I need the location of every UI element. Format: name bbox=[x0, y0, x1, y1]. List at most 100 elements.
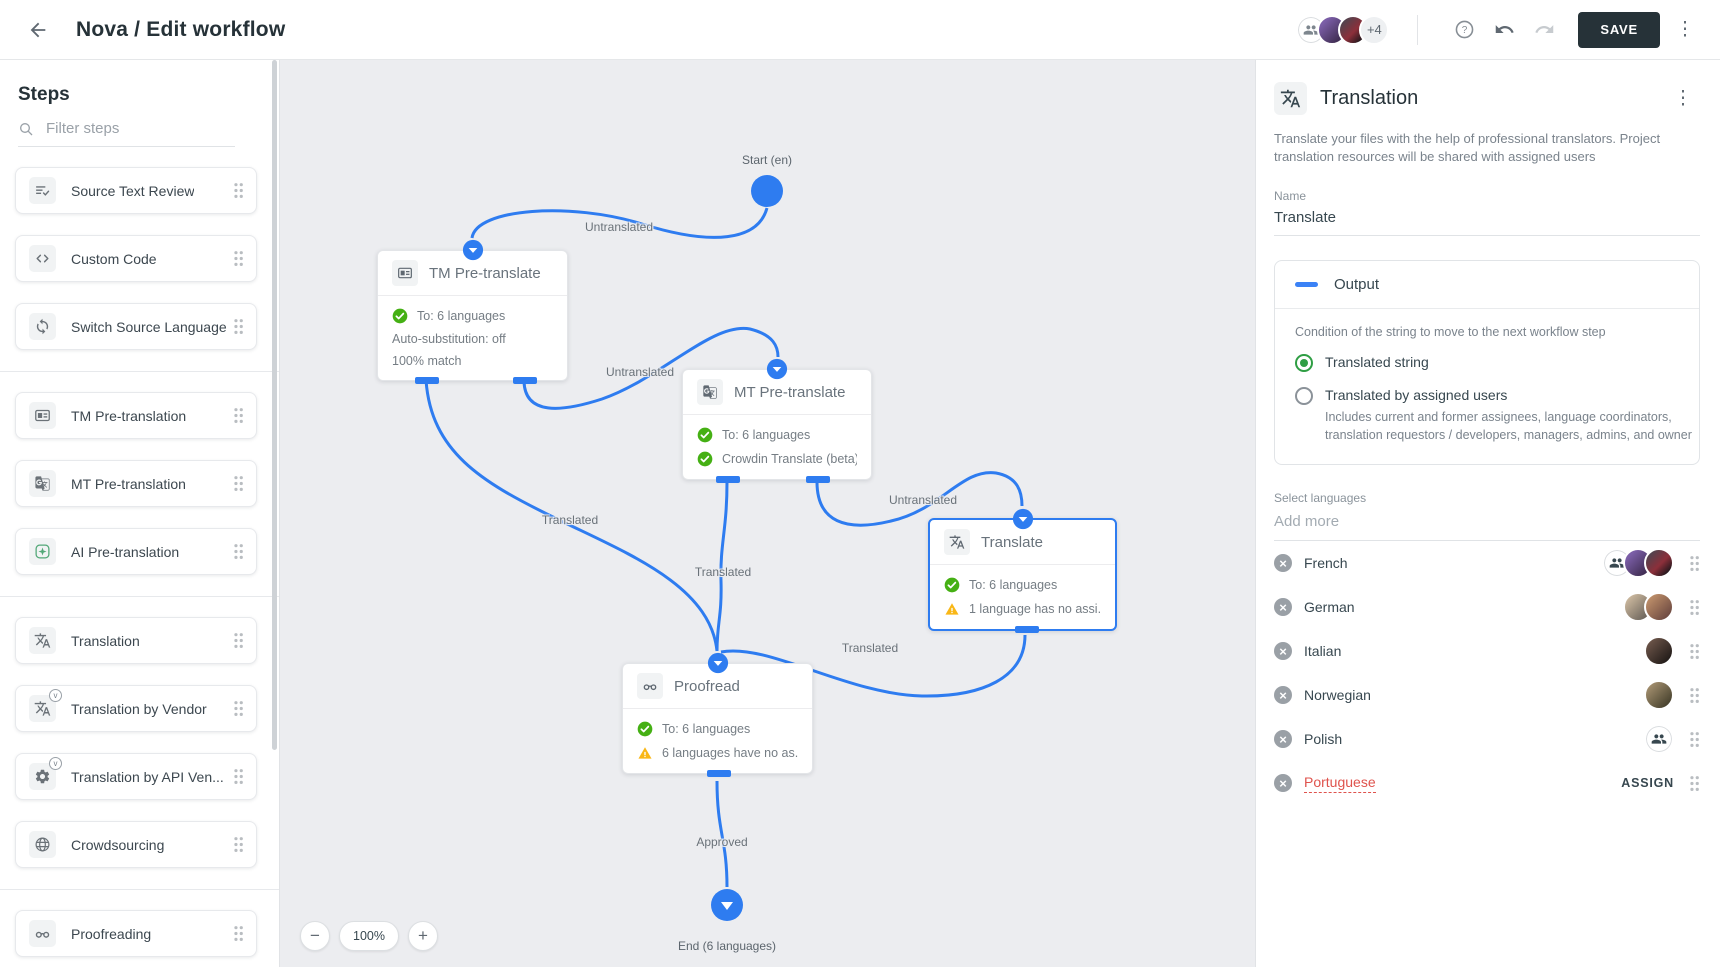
language-row-french: ×French bbox=[1274, 541, 1700, 585]
edge-proofread-to-end bbox=[717, 781, 727, 887]
step-item-label: Switch Source Language bbox=[71, 319, 227, 335]
panel-description: Translate your files with the help of pr… bbox=[1274, 130, 1704, 167]
step-settings-panel: Translation ⋮ Translate your files with … bbox=[1255, 60, 1720, 967]
panel-menu-button[interactable]: ⋮ bbox=[1666, 89, 1700, 108]
node-input-connector[interactable] bbox=[1012, 508, 1034, 530]
language-row-polish: ×Polish bbox=[1274, 717, 1700, 761]
drag-handle-icon[interactable] bbox=[233, 475, 244, 492]
step-item-custom-code[interactable]: Custom Code bbox=[15, 235, 257, 282]
more-collaborators-badge[interactable]: +4 bbox=[1359, 15, 1389, 45]
end-node[interactable] bbox=[711, 889, 743, 921]
workflow-canvas[interactable]: UntranslatedUntranslatedUntranslatedTran… bbox=[280, 60, 1255, 967]
ai-pretranslation-icon bbox=[29, 538, 56, 565]
edge-label: Untranslated bbox=[585, 220, 653, 234]
drag-handle-icon[interactable] bbox=[1689, 687, 1700, 704]
node-status-text: 100% match bbox=[392, 354, 461, 368]
assignee-avatar[interactable] bbox=[1644, 680, 1674, 710]
assign-button[interactable]: ASSIGN bbox=[1621, 776, 1674, 790]
check-icon bbox=[392, 308, 408, 324]
zoom-controls: − 100% + bbox=[300, 921, 438, 951]
remove-language-button[interactable]: × bbox=[1274, 730, 1292, 748]
radio-button[interactable] bbox=[1295, 387, 1313, 405]
drag-handle-icon[interactable] bbox=[233, 768, 244, 785]
workflow-node-proofread[interactable]: Proofread To: 6 languages6 languages hav… bbox=[622, 663, 813, 774]
step-item-tm-pre-translation[interactable]: TM Pre-translation bbox=[15, 392, 257, 439]
sidebar-group-divider bbox=[0, 371, 279, 372]
drag-handle-icon[interactable] bbox=[1689, 555, 1700, 572]
add-language-input[interactable] bbox=[1274, 505, 1700, 541]
drag-handle-icon[interactable] bbox=[233, 836, 244, 853]
remove-language-button[interactable]: × bbox=[1274, 642, 1292, 660]
node-status-text: To: 6 languages bbox=[722, 428, 810, 442]
output-option-selected[interactable]: Translated string bbox=[1295, 354, 1679, 372]
remove-language-button[interactable]: × bbox=[1274, 554, 1292, 572]
remove-language-button[interactable]: × bbox=[1274, 774, 1292, 792]
collaborator-avatars[interactable]: +4 bbox=[1296, 15, 1389, 45]
node-input-connector[interactable] bbox=[766, 358, 788, 380]
node-status-row: To: 6 languages bbox=[697, 427, 857, 443]
sidebar-scrollbar[interactable] bbox=[272, 60, 277, 750]
drag-handle-icon[interactable] bbox=[233, 182, 244, 199]
step-item-mt-pre-translation[interactable]: MT Pre-translation bbox=[15, 460, 257, 507]
node-output-connector[interactable] bbox=[513, 377, 537, 384]
step-item-label: AI Pre-translation bbox=[71, 544, 179, 560]
name-field-label: Name bbox=[1274, 189, 1700, 203]
assignee-avatar[interactable] bbox=[1644, 548, 1674, 578]
node-output-connector[interactable] bbox=[415, 377, 439, 384]
remove-language-button[interactable]: × bbox=[1274, 686, 1292, 704]
node-status-row: Auto-substitution: off bbox=[392, 332, 553, 346]
node-output-connector[interactable] bbox=[707, 770, 731, 777]
node-title: Translate bbox=[981, 534, 1043, 551]
drag-handle-icon[interactable] bbox=[233, 407, 244, 424]
start-node[interactable] bbox=[751, 175, 783, 207]
node-input-connector[interactable] bbox=[462, 239, 484, 261]
step-item-proofreading[interactable]: Proofreading bbox=[15, 910, 257, 957]
drag-handle-icon[interactable] bbox=[1689, 775, 1700, 792]
step-item-source-text-review[interactable]: Source Text Review bbox=[15, 167, 257, 214]
radio-button[interactable] bbox=[1295, 354, 1313, 372]
node-output-connector[interactable] bbox=[716, 476, 740, 483]
step-item-switch-source-language[interactable]: Switch Source Language bbox=[15, 303, 257, 350]
edge-label: Translated bbox=[542, 513, 598, 527]
topbar-menu-button[interactable]: ⋮ bbox=[1668, 20, 1702, 39]
output-option-unselected[interactable]: Translated by assigned usersIncludes cur… bbox=[1295, 387, 1679, 444]
filter-steps-field[interactable] bbox=[18, 120, 235, 147]
step-item-ai-pre-translation[interactable]: AI Pre-translation bbox=[15, 528, 257, 575]
group-avatar[interactable] bbox=[1644, 724, 1674, 754]
zoom-out-button[interactable]: − bbox=[300, 921, 330, 951]
drag-handle-icon[interactable] bbox=[233, 700, 244, 717]
workflow-node-tm-pretranslate[interactable]: TM Pre-translate To: 6 languagesAuto-sub… bbox=[377, 250, 568, 381]
back-button[interactable] bbox=[18, 10, 58, 50]
node-status-row: To: 6 languages bbox=[637, 721, 798, 737]
workflow-node-translate[interactable]: Translate To: 6 languages1 language has … bbox=[928, 518, 1117, 631]
output-connector-icon bbox=[1295, 282, 1318, 287]
filter-steps-input[interactable] bbox=[46, 120, 196, 137]
help-button[interactable]: ? bbox=[1444, 10, 1484, 50]
name-field-value[interactable]: Translate bbox=[1274, 209, 1700, 236]
drag-handle-icon[interactable] bbox=[1689, 599, 1700, 616]
workflow-node-mt-pretranslate[interactable]: MT Pre-translate To: 6 languagesCrowdin … bbox=[682, 369, 872, 480]
remove-language-button[interactable]: × bbox=[1274, 598, 1292, 616]
drag-handle-icon[interactable] bbox=[233, 632, 244, 649]
node-output-connector[interactable] bbox=[1015, 626, 1039, 633]
drag-handle-icon[interactable] bbox=[1689, 731, 1700, 748]
undo-button[interactable] bbox=[1484, 10, 1524, 50]
assignee-avatar[interactable] bbox=[1644, 592, 1674, 622]
step-item-translation[interactable]: Translation bbox=[15, 617, 257, 664]
drag-handle-icon[interactable] bbox=[233, 250, 244, 267]
save-button[interactable]: SAVE bbox=[1578, 12, 1660, 48]
step-item-translation-by-api-ven[interactable]: vTranslation by API Ven... bbox=[15, 753, 257, 800]
redo-button[interactable] bbox=[1524, 10, 1564, 50]
drag-handle-icon[interactable] bbox=[233, 543, 244, 560]
node-input-connector[interactable] bbox=[707, 652, 729, 674]
step-item-crowdsourcing[interactable]: Crowdsourcing bbox=[15, 821, 257, 868]
drag-handle-icon[interactable] bbox=[1689, 643, 1700, 660]
step-item-label: Proofreading bbox=[71, 926, 151, 942]
drag-handle-icon[interactable] bbox=[233, 318, 244, 335]
node-output-connector[interactable] bbox=[806, 476, 830, 483]
zoom-in-button[interactable]: + bbox=[408, 921, 438, 951]
assignee-avatar[interactable] bbox=[1644, 636, 1674, 666]
step-item-translation-by-vendor[interactable]: vTranslation by Vendor bbox=[15, 685, 257, 732]
help-icon: ? bbox=[1454, 19, 1475, 40]
drag-handle-icon[interactable] bbox=[233, 925, 244, 942]
